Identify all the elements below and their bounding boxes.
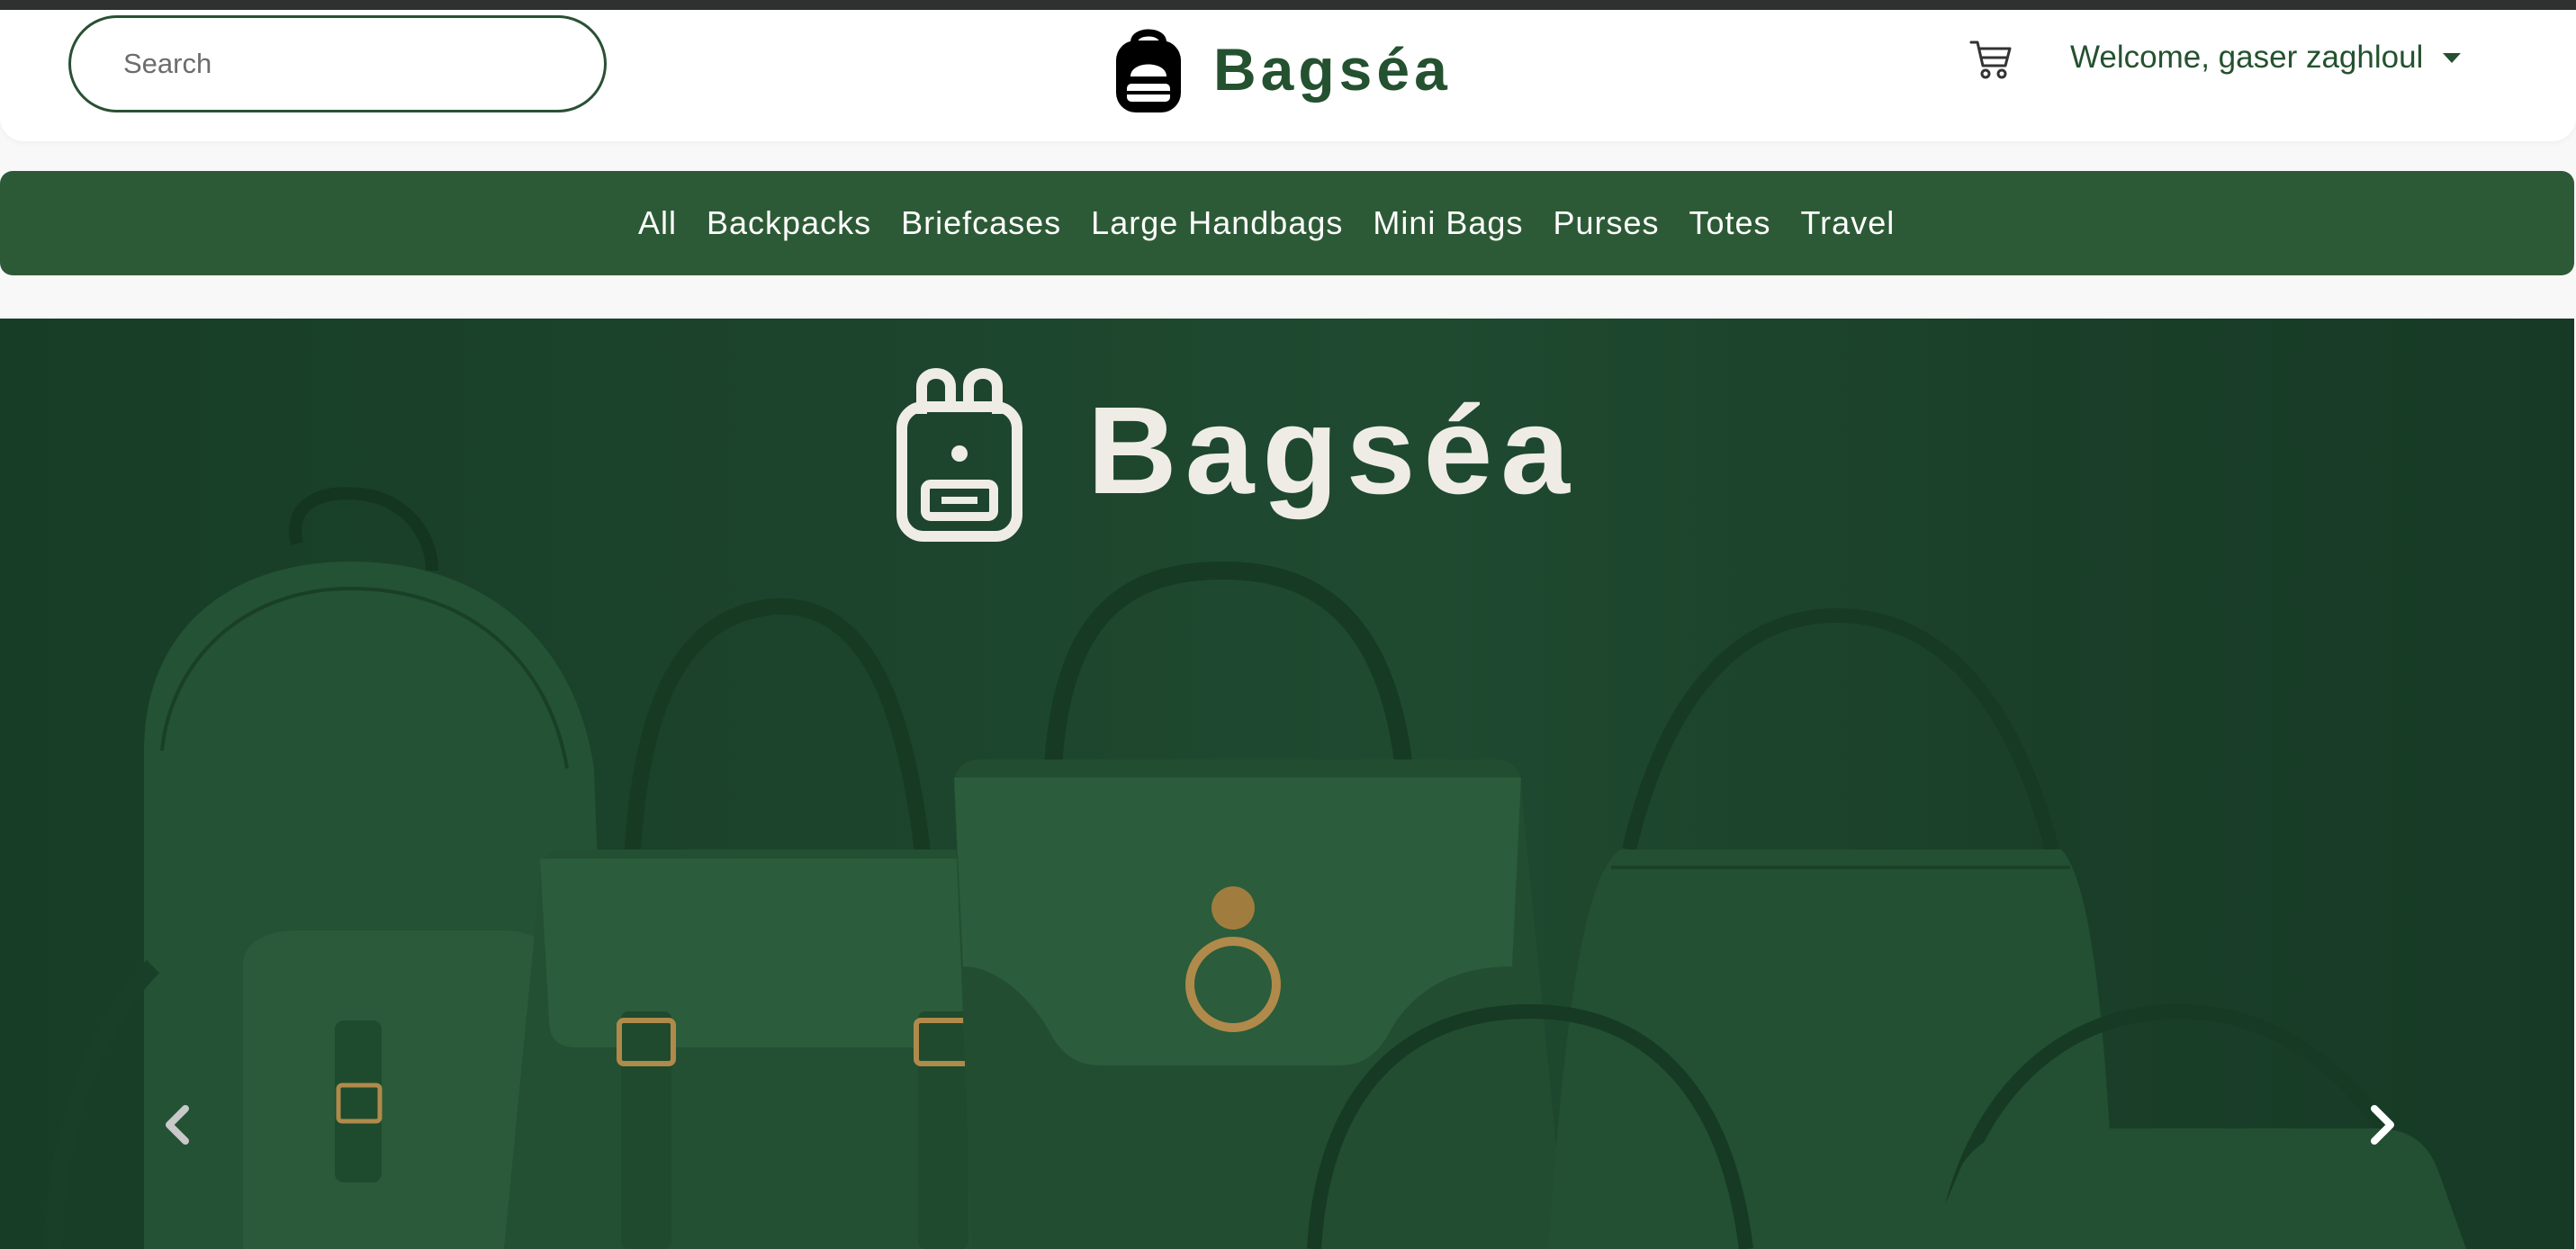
category-link-mini-bags[interactable]: Mini Bags xyxy=(1373,204,1523,242)
brand-logo-link[interactable]: Bagséa xyxy=(1112,19,1452,120)
category-link-large-handbags[interactable]: Large Handbags xyxy=(1091,204,1343,242)
category-list: All Backpacks Briefcases Large Handbags … xyxy=(638,171,1924,275)
category-link-travel[interactable]: Travel xyxy=(1801,204,1896,242)
backpack-outline-icon xyxy=(896,368,1022,542)
cart-icon[interactable] xyxy=(1968,35,2014,82)
hero-carousel: Bagséa xyxy=(0,319,2574,1249)
brand-name: Bagséa xyxy=(1213,36,1452,103)
handbag-illustration xyxy=(954,561,1566,1249)
category-link-briefcases[interactable]: Briefcases xyxy=(901,204,1061,242)
chevron-left-icon[interactable] xyxy=(151,1098,205,1152)
user-menu-toggle[interactable]: Welcome, gaser zaghloul xyxy=(2070,35,2462,80)
category-link-all[interactable]: All xyxy=(638,204,677,242)
backpack-icon xyxy=(1116,29,1181,112)
caret-down-icon xyxy=(2443,52,2462,63)
hero-brand-name: Bagséa xyxy=(1087,382,1578,520)
welcome-text: Welcome, gaser zaghloul xyxy=(2070,40,2424,75)
category-link-totes[interactable]: Totes xyxy=(1689,204,1770,242)
category-nav: All Backpacks Briefcases Large Handbags … xyxy=(0,171,2574,275)
category-link-purses[interactable]: Purses xyxy=(1553,204,1659,242)
category-link-backpacks[interactable]: Backpacks xyxy=(707,204,871,242)
chevron-right-icon[interactable] xyxy=(2355,1098,2409,1152)
search-input[interactable] xyxy=(68,15,607,112)
top-bar xyxy=(0,0,2576,10)
hero-brand: Bagséa xyxy=(895,360,1578,542)
site-header: Bagséa Welcome, gaser zaghloul xyxy=(0,10,2576,141)
